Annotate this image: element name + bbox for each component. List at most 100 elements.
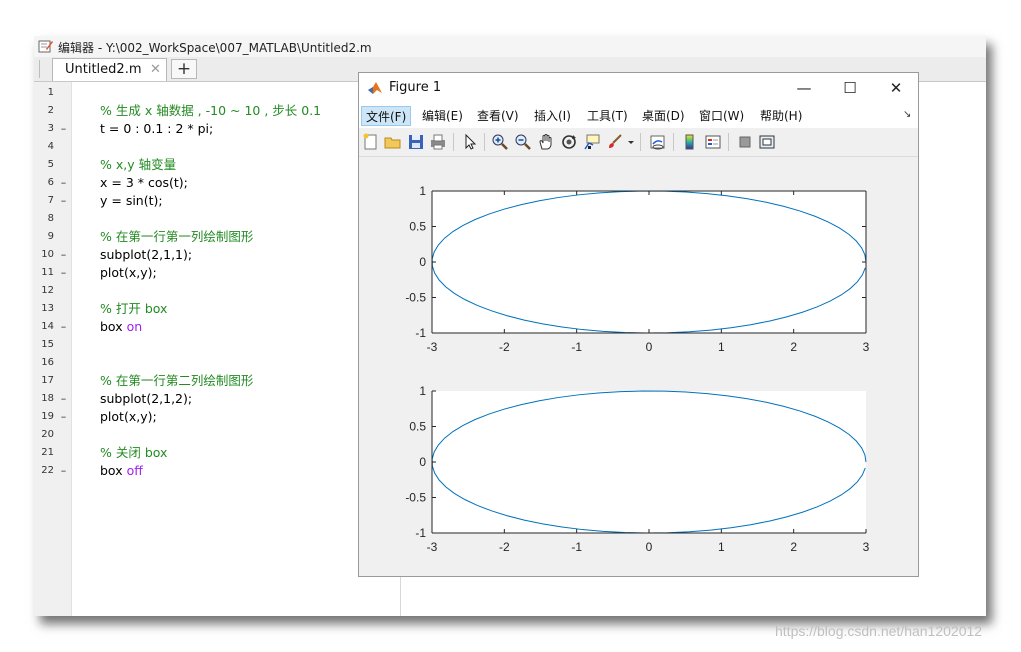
- matlab-logo-icon: [368, 82, 382, 94]
- x-tick-label: 0: [646, 340, 653, 354]
- line-number: 18: [41, 393, 54, 404]
- executable-line-marker[interactable]: –: [58, 408, 69, 426]
- axes-background[interactable]: [432, 391, 866, 533]
- code-text: box off: [100, 462, 143, 480]
- code-comment: % 在第一行第一列绘制图形: [100, 228, 253, 246]
- menu-edit[interactable]: 编辑(E): [422, 106, 463, 126]
- plot-svg: -3 -2 -1 0 1 2 310.50-0.5-1-3 -2 -1 0 1 2 310.50-0.5…: [405, 184, 870, 554]
- line-number: 11: [41, 267, 54, 278]
- executable-line-marker[interactable]: –: [58, 318, 69, 336]
- x-tick-label: 3: [863, 540, 870, 554]
- legend-icon[interactable]: [704, 133, 722, 151]
- toolbar-separator: [453, 133, 454, 151]
- code-line[interactable]: 13 % 打开 box: [34, 300, 394, 318]
- menu-tools[interactable]: 工具(T): [587, 106, 628, 126]
- y-tick-label: 0: [419, 255, 426, 269]
- add-tab-button[interactable]: +: [171, 59, 197, 79]
- editor-titlebar: 编辑器 - Y:\002_WorkSpace\007_MATLAB\Untitl…: [34, 36, 986, 58]
- new-figure-icon[interactable]: [362, 133, 380, 151]
- open-icon[interactable]: [384, 133, 402, 151]
- show-plot-tools-icon[interactable]: [758, 133, 776, 151]
- tab-untitled2[interactable]: Untitled2.m ✕: [52, 58, 167, 81]
- editor-title: 编辑器 - Y:\002_WorkSpace\007_MATLAB\Untitl…: [58, 41, 372, 55]
- menu-desktop[interactable]: 桌面(D): [642, 106, 685, 126]
- code-line[interactable]: 20: [34, 426, 394, 444]
- menu-window[interactable]: 窗口(W): [699, 106, 744, 126]
- line-number: 9: [47, 231, 54, 242]
- executable-line-marker[interactable]: –: [58, 390, 69, 408]
- colorbar-icon[interactable]: [681, 133, 699, 151]
- code-text: x = 3 * cos(t);: [100, 174, 188, 192]
- zoom-in-icon[interactable]: [491, 133, 509, 151]
- dock-arrow-icon[interactable]: ↘: [903, 109, 911, 120]
- code-text: box on: [100, 318, 142, 336]
- menu-insert[interactable]: 插入(I): [534, 106, 571, 126]
- executable-line-marker[interactable]: –: [58, 264, 69, 282]
- figure-menubar: 文件(F) 编辑(E) 查看(V) 插入(I) 工具(T) 桌面(D) 窗口(W…: [359, 103, 918, 128]
- x-tick-label: 2: [790, 340, 797, 354]
- tab-close-icon[interactable]: ✕: [150, 62, 161, 77]
- executable-line-marker[interactable]: –: [58, 174, 69, 192]
- code-line[interactable]: 14– box on: [34, 318, 394, 336]
- data-cursor-icon[interactable]: [583, 133, 601, 151]
- executable-line-marker[interactable]: –: [58, 120, 69, 138]
- figure-canvas[interactable]: -3 -2 -1 0 1 2 3 1 0.5 0 -0.5 -1 -3 -2 -1 0 1 2 3 1 0.5 0 -0.5…: [359, 157, 918, 576]
- brush-icon[interactable]: [606, 133, 624, 151]
- code-line[interactable]: 8: [34, 210, 394, 228]
- menu-file[interactable]: 文件(F): [361, 106, 412, 126]
- code-line[interactable]: 5 % x,y 轴变量: [34, 156, 394, 174]
- hide-plot-tools-icon[interactable]: [736, 133, 754, 151]
- maximize-button[interactable]: ☐: [827, 73, 873, 103]
- code-keyword: off: [126, 463, 143, 478]
- minimize-button[interactable]: —: [781, 73, 827, 103]
- rotate-3d-icon[interactable]: [560, 133, 578, 151]
- line-number: 14: [41, 321, 54, 332]
- code-line[interactable]: 22– box off: [34, 462, 394, 480]
- code-token: % 打开 box: [100, 301, 168, 316]
- code-token: t = 0 : 0.1 : 2 * pi;: [100, 121, 214, 136]
- tab-label: Untitled2.m: [65, 62, 142, 77]
- zoom-out-icon[interactable]: [514, 133, 532, 151]
- code-line[interactable]: 7– y = sin(t);: [34, 192, 394, 210]
- brush-dropdown-icon[interactable]: [627, 133, 635, 151]
- line-number: 21: [41, 447, 54, 458]
- tab-bar-grip[interactable]: [39, 60, 46, 78]
- code-line[interactable]: 19– plot(x,y);: [34, 408, 394, 426]
- code-line[interactable]: 11– plot(x,y);: [34, 264, 394, 282]
- executable-line-marker[interactable]: –: [58, 462, 69, 480]
- executable-line-marker[interactable]: –: [58, 192, 69, 210]
- close-button[interactable]: ✕: [873, 73, 919, 103]
- toolbar-separator: [640, 133, 641, 151]
- pointer-icon[interactable]: [461, 133, 479, 151]
- code-token: % 在第一行第二列绘制图形: [100, 373, 254, 388]
- menu-help[interactable]: 帮助(H): [760, 106, 802, 126]
- code-line[interactable]: 9 % 在第一行第一列绘制图形: [34, 228, 394, 246]
- executable-line-marker[interactable]: –: [58, 246, 69, 264]
- x-tick-label: -2: [499, 540, 510, 554]
- y-tick-label: -0.5: [405, 491, 426, 505]
- x-tick-label: 0: [646, 540, 653, 554]
- axes-background[interactable]: [432, 191, 866, 333]
- code-line[interactable]: 15: [34, 336, 394, 354]
- code-line[interactable]: 16: [34, 354, 394, 372]
- code-token: % x,y 轴变量: [100, 157, 177, 172]
- menu-view[interactable]: 查看(V): [477, 106, 519, 126]
- editor-pencil-icon: [38, 40, 53, 53]
- code-line[interactable]: 3– t = 0 : 0.1 : 2 * pi;: [34, 120, 394, 138]
- code-line[interactable]: 21 % 关闭 box: [34, 444, 394, 462]
- save-icon[interactable]: [407, 133, 425, 151]
- print-icon[interactable]: [429, 133, 447, 151]
- code-line[interactable]: 4: [34, 138, 394, 156]
- code-line[interactable]: 12: [34, 282, 394, 300]
- code-text: subplot(2,1,1);: [100, 246, 192, 264]
- code-line[interactable]: 10– subplot(2,1,1);: [34, 246, 394, 264]
- code-line[interactable]: 1: [34, 84, 394, 102]
- code-token: y = sin(t);: [100, 193, 163, 208]
- code-line[interactable]: 18– subplot(2,1,2);: [34, 390, 394, 408]
- code-line[interactable]: 6– x = 3 * cos(t);: [34, 174, 394, 192]
- pan-icon[interactable]: [537, 133, 555, 151]
- code-line[interactable]: 2 % 生成 x 轴数据 , -10 ~ 10 , 步长 0.1: [34, 102, 394, 120]
- code-line[interactable]: 17 % 在第一行第二列绘制图形: [34, 372, 394, 390]
- code-comment: % 打开 box: [100, 300, 167, 318]
- link-plot-icon[interactable]: [649, 133, 667, 151]
